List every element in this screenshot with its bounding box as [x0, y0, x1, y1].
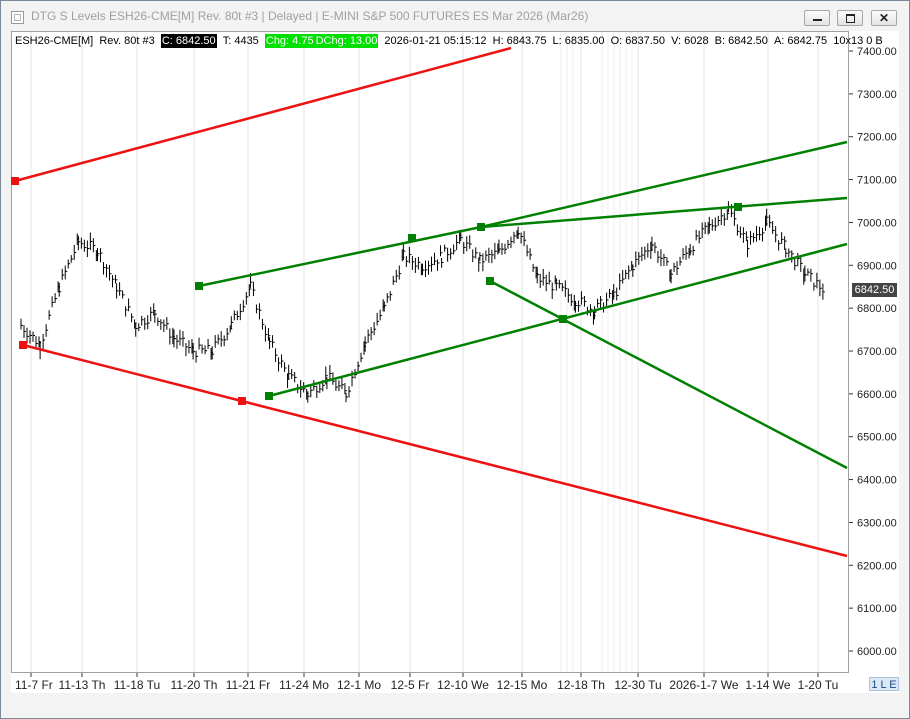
time-tick-label: 12-5 Fr — [391, 678, 430, 692]
info-open: O: 6837.50 — [610, 35, 666, 47]
green-anchor-point — [408, 234, 416, 242]
info-close: C: 6842.50 — [160, 34, 217, 48]
time-tick-label: 11-24 Mo — [279, 678, 329, 692]
price-tick-label: 6600.00 — [857, 389, 897, 401]
red-trendline — [14, 46, 512, 183]
data-info-bar: ESH26-CME[M] Rev. 80t #3 C: 6842.50 T: 4… — [15, 34, 883, 48]
info-tail: 10x13 0 B — [833, 35, 883, 47]
time-tick-label: 11-21 Fr — [226, 678, 270, 692]
time-tick-label: 1-14 We — [745, 678, 790, 692]
green-trendline — [198, 225, 482, 288]
time-tick-label: 12-10 We — [437, 678, 489, 692]
red-anchor-point — [11, 177, 19, 185]
info-ask: A: 6842.75 — [773, 35, 828, 47]
green-anchor-point — [734, 203, 742, 211]
price-tick-label: 7300.00 — [857, 89, 897, 101]
price-tick-label: 6700.00 — [857, 346, 897, 358]
red-trendline — [22, 343, 848, 558]
red-anchor-point — [238, 397, 246, 405]
info-volume: V: 6028 — [671, 35, 709, 47]
time-tick-label: 11-7 Fr — [15, 678, 53, 692]
green-trendline — [480, 196, 848, 229]
info-ticks: T: 4435 — [222, 35, 259, 47]
time-tick-label: 11-13 Th — [59, 678, 106, 692]
price-tick-label: 6900.00 — [857, 260, 897, 272]
green-anchor-point — [195, 282, 203, 290]
time-tick-label: 12-30 Tu — [614, 678, 661, 692]
red-anchor-point — [19, 341, 27, 349]
chart-svg: 6000.00 6100.00 6200.00 6300.00 6400.00 6500.… — [11, 32, 897, 692]
price-tick-label: 6000.00 — [857, 646, 897, 658]
price-tick-label: 6300.00 — [857, 517, 897, 529]
info-symbol: ESH26-CME[M] — [15, 35, 94, 47]
time-tick-label: 12-15 Mo — [497, 678, 548, 692]
green-trendline — [268, 242, 848, 398]
price-tick-label: 6800.00 — [857, 303, 897, 315]
info-bar-type: Rev. 80t #3 — [99, 35, 155, 47]
price-tick-label: 6500.00 — [857, 432, 897, 444]
price-tick-label: 6400.00 — [857, 475, 897, 487]
time-tick-label: 12-1 Mo — [337, 678, 381, 692]
info-high: H: 6843.75 — [492, 35, 547, 47]
price-tick-label: 7200.00 — [857, 132, 897, 144]
info-datetime: 2026-01-21 05:15:12 — [384, 35, 487, 47]
last-price-label: 6842.50 — [852, 283, 897, 297]
green-anchor-point — [265, 392, 273, 400]
chart-window: DTG S Levels ESH26-CME[M] Rev. 80t #3 | … — [0, 0, 910, 719]
time-tick-label: 2026-1-7 We — [669, 678, 738, 692]
info-change: Chg: 4.75 — [264, 34, 315, 48]
time-tick-label: 12-18 Th — [557, 678, 605, 692]
price-tick-label: 7100.00 — [857, 175, 897, 187]
green-trendline — [480, 140, 848, 229]
price-tick-label: 6200.00 — [857, 560, 897, 572]
info-low: L: 6835.00 — [552, 35, 605, 47]
green-anchor-point — [486, 277, 494, 285]
time-tick-label: 11-18 Tu — [114, 678, 160, 692]
time-tick-label: 1-20 Tu — [798, 678, 839, 692]
price-tick-label: 6100.00 — [857, 603, 897, 615]
green-anchor-point — [559, 315, 567, 323]
info-daily-change: DChg: 13.00 — [314, 34, 379, 48]
price-tick-label: 7000.00 — [857, 217, 897, 229]
info-bid: B: 6842.50 — [714, 35, 768, 47]
green-trendline — [489, 279, 848, 470]
time-tick-label: 11-20 Th — [171, 678, 218, 692]
le-badge[interactable]: 1 L E — [869, 677, 899, 691]
green-anchor-point — [477, 223, 485, 231]
